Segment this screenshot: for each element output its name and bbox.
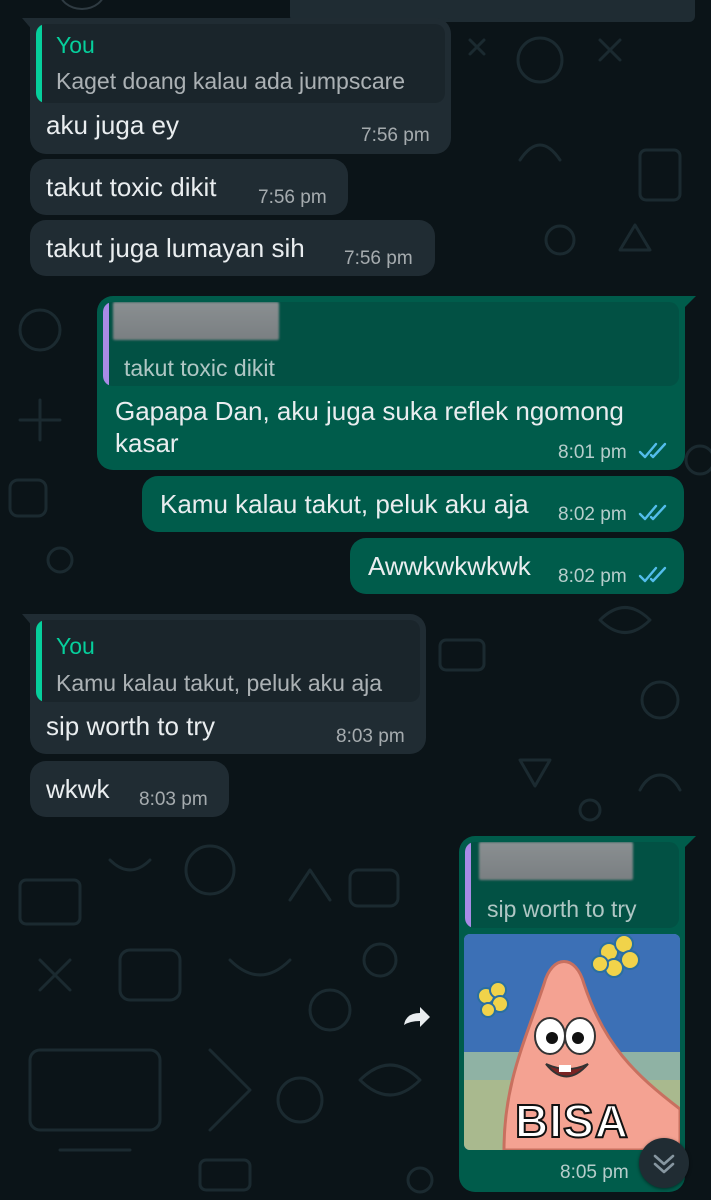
forward-arrow-icon <box>404 1007 430 1027</box>
message-time: 7:56 pm <box>344 248 413 269</box>
message-time: 7:56 pm <box>258 187 327 208</box>
message-time: 8:01 pm <box>558 442 627 463</box>
double-check-icon <box>638 442 667 459</box>
quoted-reply[interactable]: You Kaget doang kalau ada jumpscare <box>36 24 445 103</box>
redacted-sender-name <box>113 302 279 340</box>
message-text: Kamu kalau takut, peluk aku aja <box>160 489 529 519</box>
quote-sender: You <box>56 32 95 58</box>
message-text: takut toxic dikit <box>46 172 217 202</box>
sticker-image[interactable]: BISA <box>464 934 680 1150</box>
incoming-message[interactable]: You Kaget doang kalau ada jumpscare aku … <box>30 18 451 154</box>
quote-text: Kamu kalau takut, peluk aku aja <box>56 670 383 696</box>
quoted-reply[interactable]: sip worth to try <box>465 842 679 928</box>
outgoing-message[interactable]: takut toxic dikit Gapapa Dan, aku juga s… <box>97 296 685 470</box>
message-text: Awwkwkwkwk <box>368 551 531 581</box>
scroll-to-bottom-button[interactable] <box>639 1138 689 1188</box>
incoming-message[interactable]: takut toxic dikit 7:56 pm <box>30 159 348 215</box>
message-text: wkwk <box>46 774 110 804</box>
quote-bar <box>465 842 471 928</box>
incoming-message[interactable]: You Kamu kalau takut, peluk aku aja sip … <box>30 614 426 754</box>
message-text-line1: Gapapa Dan, aku juga suka reflek ngomong <box>115 396 624 426</box>
double-check-icon <box>638 504 667 521</box>
message-time: 8:05 pm <box>560 1162 629 1183</box>
quote-bar <box>103 302 109 386</box>
incoming-message[interactable]: takut juga lumayan sih 7:56 pm <box>30 220 435 276</box>
outgoing-message[interactable]: Awwkwkwkwk 8:02 pm <box>350 538 684 594</box>
quote-text: sip worth to try <box>487 896 637 922</box>
message-time: 8:03 pm <box>336 726 405 747</box>
message-text: takut juga lumayan sih <box>46 233 305 263</box>
quote-bar <box>36 620 42 702</box>
quote-text: takut toxic dikit <box>124 355 275 381</box>
redacted-sender-name <box>479 842 633 880</box>
message-time: 8:03 pm <box>139 789 208 810</box>
double-check-icon <box>638 566 667 583</box>
outgoing-message[interactable]: Kamu kalau takut, peluk aku aja 8:02 pm <box>142 476 684 532</box>
double-chevron-down-icon <box>653 1154 675 1174</box>
message-text-line2: kasar <box>115 428 179 458</box>
quote-bar <box>36 24 42 103</box>
message-time: 7:56 pm <box>361 125 430 146</box>
quoted-reply[interactable]: takut toxic dikit <box>103 302 679 386</box>
message-text: aku juga ey <box>46 110 179 140</box>
forward-button[interactable] <box>394 994 440 1040</box>
message-time: 8:02 pm <box>558 566 627 587</box>
message-time: 8:02 pm <box>558 504 627 525</box>
quote-sender: You <box>56 633 95 659</box>
message-text: sip worth to try <box>46 711 216 741</box>
incoming-message[interactable]: wkwk 8:03 pm <box>30 761 229 817</box>
quoted-reply[interactable]: You Kamu kalau takut, peluk aku aja <box>36 620 420 702</box>
quote-text: Kaget doang kalau ada jumpscare <box>56 68 406 94</box>
